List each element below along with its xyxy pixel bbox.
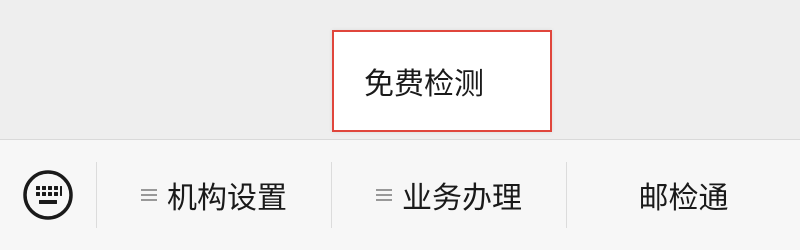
submenu-popup: 免费检测	[332, 30, 552, 132]
menu-item-business-handling[interactable]: 业务办理	[332, 140, 566, 250]
menu-item-label: 业务办理	[402, 181, 522, 216]
keyboard-icon	[23, 170, 73, 220]
submenu-item-label: 免费检测	[364, 67, 484, 102]
menu-lines-icon	[376, 188, 392, 202]
keyboard-toggle-button[interactable]	[0, 140, 96, 250]
submenu-item-free-check[interactable]: 免费检测	[334, 32, 550, 130]
menu-item-institution-settings[interactable]: 机构设置	[97, 140, 331, 250]
menu-item-label: 机构设置	[167, 181, 287, 216]
bottom-menu-bar: 机构设置 业务办理 邮检通	[0, 139, 800, 250]
menu-item-post-check[interactable]: 邮检通	[567, 140, 800, 250]
wechat-menu-screen: 免费检测 机构设置 业务办理 邮检通	[0, 0, 800, 250]
menu-lines-icon	[141, 188, 157, 202]
menu-item-label: 邮检通	[638, 181, 729, 216]
